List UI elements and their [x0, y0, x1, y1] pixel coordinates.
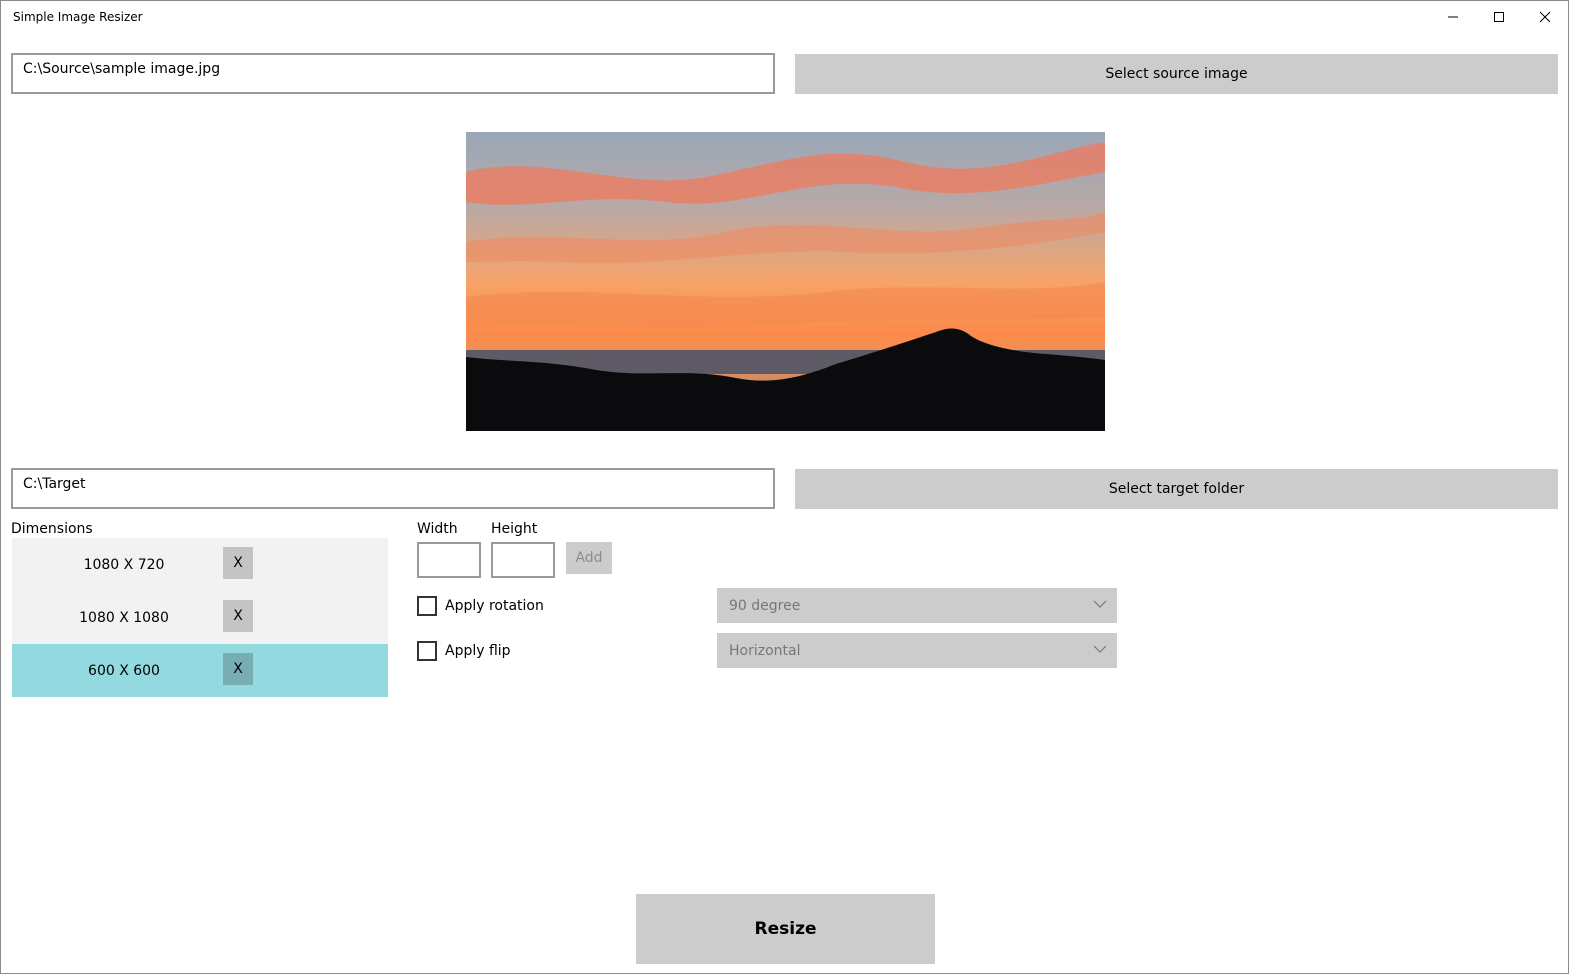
rotation-selected-value: 90 degree [729, 597, 801, 614]
dimension-text: 1080 X 720 [83, 556, 165, 573]
flip-checkbox[interactable] [417, 641, 437, 661]
dimensions-list: 1080 X 720 X 1080 X 1080 X 600 X 600 X [12, 538, 388, 697]
minimize-icon [1448, 16, 1458, 18]
remove-dimension-button[interactable]: X [223, 547, 253, 579]
source-path-input[interactable] [23, 61, 763, 77]
remove-dimension-button[interactable]: X [223, 600, 253, 632]
rotation-checkbox[interactable] [417, 596, 437, 616]
dimensions-label: Dimensions [11, 521, 93, 537]
resize-button[interactable]: Resize [636, 894, 935, 964]
dimension-item[interactable]: 1080 X 720 X [12, 538, 388, 591]
flip-dropdown[interactable]: Horizontal [717, 633, 1117, 668]
remove-dimension-button[interactable]: X [223, 653, 253, 685]
close-button[interactable] [1522, 1, 1568, 33]
close-icon [1539, 11, 1551, 23]
width-input[interactable] [419, 544, 479, 576]
select-source-button[interactable]: Select source image [795, 54, 1558, 94]
target-path-input[interactable] [23, 476, 763, 492]
image-preview [466, 132, 1105, 431]
dimension-item-selected[interactable]: 600 X 600 X [12, 644, 388, 697]
maximize-button[interactable] [1476, 1, 1522, 33]
height-input[interactable] [493, 544, 553, 576]
chevron-down-icon [1093, 600, 1107, 608]
height-label: Height [491, 521, 538, 537]
sunset-image [466, 132, 1105, 431]
dimension-text: 1080 X 1080 [79, 609, 169, 626]
title-bar: Simple Image Resizer [1, 1, 1568, 33]
select-target-button[interactable]: Select target folder [795, 469, 1558, 509]
rotation-label: Apply rotation [445, 598, 544, 614]
app-window: Simple Image Resizer Select source image [0, 0, 1569, 974]
target-path-field[interactable] [11, 468, 775, 509]
height-field[interactable] [491, 542, 555, 578]
dimension-text: 600 X 600 [88, 662, 160, 679]
minimize-button[interactable] [1430, 1, 1476, 33]
maximize-icon [1494, 12, 1504, 22]
chevron-down-icon [1093, 645, 1107, 653]
width-field[interactable] [417, 542, 481, 578]
add-dimension-button[interactable]: Add [566, 542, 612, 574]
flip-selected-value: Horizontal [729, 642, 801, 659]
rotation-dropdown[interactable]: 90 degree [717, 588, 1117, 623]
width-label: Width [417, 521, 458, 537]
flip-label: Apply flip [445, 643, 511, 659]
window-title: Simple Image Resizer [13, 10, 143, 24]
source-path-field[interactable] [11, 53, 775, 94]
dimension-item[interactable]: 1080 X 1080 X [12, 591, 388, 644]
